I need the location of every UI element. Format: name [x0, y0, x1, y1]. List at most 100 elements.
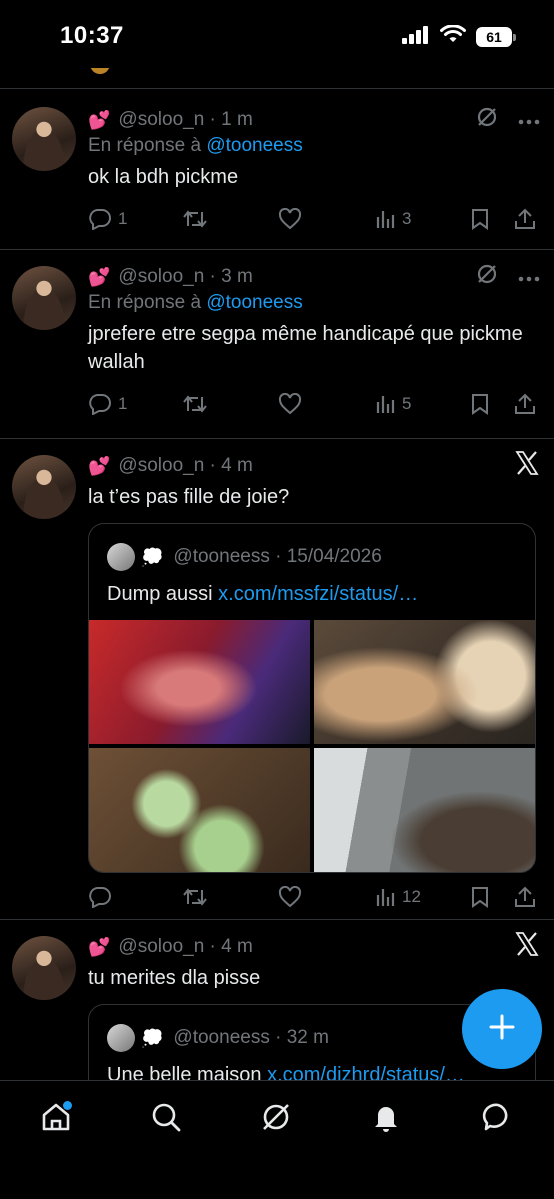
- tweet-text: la t’es pas fille de joie?: [88, 486, 290, 508]
- views-chart-icon: [376, 209, 396, 229]
- user-handle[interactable]: @soloo_n: [118, 455, 204, 477]
- user-handle[interactable]: @soloo_n: [118, 109, 204, 131]
- hearts-emoji-icon: 💕: [88, 266, 111, 287]
- quote-header: 💭 @tooneess · 15/04/2026: [89, 524, 535, 572]
- message-bubble-icon: [482, 1101, 514, 1138]
- tweet[interactable]: 💕 @soloo_n · 1 m En réponse à @tooneess …: [0, 89, 554, 249]
- reply-button[interactable]: [88, 886, 112, 908]
- tweet-time: · 3 m: [209, 266, 253, 287]
- x-logo-icon[interactable]: [514, 450, 540, 482]
- share-icon: [514, 886, 536, 908]
- nav-grok[interactable]: [256, 1099, 296, 1139]
- view-count: 3: [402, 209, 412, 228]
- plus-icon: [488, 1013, 516, 1046]
- previous-tweet-stub: [0, 68, 554, 88]
- reply-prefix: En réponse à: [88, 135, 202, 156]
- media-image[interactable]: [314, 620, 535, 744]
- grok-icon: [260, 1101, 292, 1138]
- retweet-button[interactable]: [182, 208, 208, 230]
- tweet-time: · 4 m: [209, 936, 253, 957]
- quote-text: Une belle maison x.com/djzhrd/status/…: [89, 1053, 535, 1080]
- bookmark-button[interactable]: [470, 886, 490, 908]
- media-image[interactable]: [314, 748, 535, 872]
- notification-dot: [63, 1101, 72, 1110]
- bookmark-button[interactable]: [470, 208, 490, 230]
- nav-messages[interactable]: [478, 1099, 518, 1139]
- reply-to-line: En réponse à @tooneess: [88, 292, 536, 314]
- avatar[interactable]: [12, 455, 76, 519]
- bookmark-icon: [470, 393, 490, 415]
- views-button[interactable]: 3: [376, 209, 411, 229]
- quoted-tweet[interactable]: 💭 @tooneess · 15/04/2026 Dump aussi x.co…: [88, 523, 536, 873]
- quote-body: Une belle maison: [107, 1064, 262, 1080]
- grok-icon[interactable]: [476, 263, 498, 291]
- share-icon: [514, 208, 536, 230]
- tweet-actions: 12: [88, 877, 536, 917]
- tweet-header: 💕 @soloo_n · 1 m: [88, 105, 540, 135]
- tweet-header: 💕 @soloo_n · 4 m: [88, 451, 539, 481]
- share-button[interactable]: [514, 886, 536, 908]
- tweet-actions: 1 3: [88, 199, 536, 239]
- media-grid: [89, 620, 535, 872]
- tweet-text: ok la bdh pickme: [88, 166, 239, 188]
- nav-home[interactable]: [36, 1099, 76, 1139]
- thought-bubble-icon: 💭: [141, 546, 164, 567]
- quote-text: Dump aussi x.com/mssfzi/status/…: [89, 572, 535, 620]
- wifi-icon: [440, 24, 466, 49]
- quote-handle: @tooneess: [173, 546, 270, 567]
- quote-body: Dump aussi: [107, 583, 213, 605]
- tweet[interactable]: 💕 @soloo_n · 4 m la t’es pas fille de jo…: [0, 439, 554, 919]
- heart-icon: [278, 393, 302, 415]
- more-options-icon[interactable]: [518, 109, 540, 131]
- reply-mention[interactable]: @tooneess: [206, 135, 302, 156]
- user-handle[interactable]: @soloo_n: [118, 266, 204, 288]
- user-handle[interactable]: @soloo_n: [118, 936, 204, 958]
- tweet[interactable]: 💕 @soloo_n · 4 m tu merites dla pisse 💭 …: [0, 920, 554, 1080]
- tweet-time: · 1 m: [209, 109, 253, 130]
- share-button[interactable]: [514, 208, 536, 230]
- more-options-icon[interactable]: [518, 266, 540, 288]
- like-button[interactable]: [278, 886, 302, 908]
- search-icon: [150, 1101, 182, 1138]
- timeline-feed[interactable]: 💕 @soloo_n · 1 m En réponse à @tooneess …: [0, 68, 554, 1080]
- avatar[interactable]: [12, 107, 76, 171]
- compose-post-button[interactable]: [462, 989, 542, 1069]
- emoji-icon: [90, 68, 110, 74]
- quote-link[interactable]: x.com/mssfzi/status/…: [218, 583, 418, 605]
- quote-avatar: [107, 543, 135, 571]
- quote-time: · 15/04/2026: [275, 546, 382, 567]
- retweet-icon: [182, 886, 208, 908]
- views-button[interactable]: 12: [376, 887, 421, 907]
- reply-button[interactable]: 1: [88, 393, 127, 415]
- retweet-button[interactable]: [182, 886, 208, 908]
- reply-icon: [88, 393, 112, 415]
- tweet[interactable]: 💕 @soloo_n · 3 m En réponse à @tooneess …: [0, 250, 554, 438]
- bookmark-icon: [470, 886, 490, 908]
- media-image[interactable]: [89, 748, 310, 872]
- share-button[interactable]: [514, 393, 536, 415]
- status-time: 10:37: [60, 22, 124, 49]
- reply-mention[interactable]: @tooneess: [206, 292, 302, 313]
- reply-count: 1: [118, 209, 128, 228]
- media-image[interactable]: [89, 620, 310, 744]
- avatar[interactable]: [12, 266, 76, 330]
- views-button[interactable]: 5: [376, 394, 411, 414]
- share-icon: [514, 393, 536, 415]
- grok-icon[interactable]: [476, 106, 498, 134]
- reply-button[interactable]: 1: [88, 208, 127, 230]
- quote-handle: @tooneess: [173, 1027, 270, 1048]
- hearts-emoji-icon: 💕: [88, 455, 111, 476]
- hearts-emoji-icon: 💕: [88, 109, 111, 130]
- reply-count: 1: [118, 394, 128, 413]
- battery-icon: 61: [476, 27, 516, 47]
- like-button[interactable]: [278, 208, 302, 230]
- nav-notifications[interactable]: [366, 1099, 406, 1139]
- like-button[interactable]: [278, 393, 302, 415]
- avatar[interactable]: [12, 936, 76, 1000]
- quote-link[interactable]: x.com/djzhrd/status/…: [267, 1064, 465, 1080]
- nav-search[interactable]: [146, 1099, 186, 1139]
- bookmark-button[interactable]: [470, 393, 490, 415]
- retweet-button[interactable]: [182, 393, 208, 415]
- quote-avatar: [107, 1024, 135, 1052]
- x-logo-icon[interactable]: [514, 931, 540, 963]
